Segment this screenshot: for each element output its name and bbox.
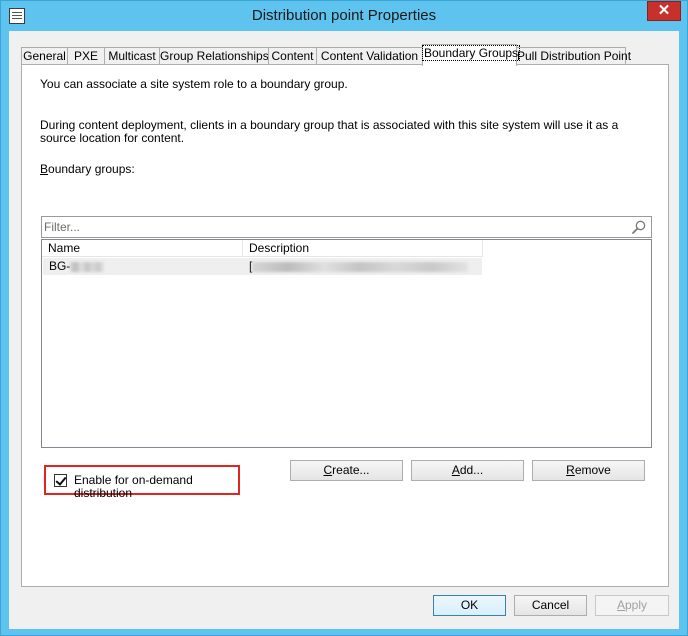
boundary-groups-panel: You can associate a site system role to … <box>21 64 669 587</box>
filter-box[interactable] <box>41 216 652 238</box>
table-row[interactable]: BG- [ <box>43 258 482 275</box>
add-button[interactable]: Add... <box>411 460 524 481</box>
ondemand-checkbox[interactable] <box>54 474 67 487</box>
row-name-cell: BG- <box>49 258 239 275</box>
search-icon[interactable] <box>631 219 647 235</box>
redacted-description <box>252 261 469 272</box>
dialog-client-area: General PXE Multicast Group Relationship… <box>9 31 679 629</box>
boundary-groups-list[interactable]: Name Description BG- [ <box>41 239 652 448</box>
window-title: Distribution point Properties <box>251 7 437 24</box>
column-header-name[interactable]: Name <box>42 240 243 257</box>
tab-boundary-groups[interactable]: Boundary Groups <box>421 44 521 66</box>
tab-pull-distribution-point[interactable]: Pull Distribution Point <box>516 47 631 65</box>
ondemand-label[interactable]: Enable for on-demand distribution <box>74 474 238 500</box>
ondemand-highlight-box: Enable for on-demand distribution <box>44 465 240 500</box>
title-bar[interactable]: Distribution point Properties ✕ <box>1 1 687 31</box>
row-description-cell: [ <box>249 258 481 275</box>
tab-content-validation[interactable]: Content Validation <box>316 47 423 65</box>
close-icon: ✕ <box>657 2 671 19</box>
column-header-description[interactable]: Description <box>243 240 483 257</box>
redacted-name <box>70 261 105 272</box>
properties-window: Distribution point Properties ✕ General … <box>0 0 688 636</box>
filter-input[interactable] <box>44 219 624 235</box>
ok-button[interactable]: OK <box>433 595 506 616</box>
apply-button[interactable]: Apply <box>595 595 669 616</box>
tab-pxe[interactable]: PXE <box>67 47 105 65</box>
tab-group-relationships[interactable]: Group Relationships <box>159 47 269 65</box>
intro-text: You can associate a site system role to … <box>40 77 348 91</box>
close-button[interactable]: ✕ <box>647 1 681 21</box>
cancel-button[interactable]: Cancel <box>514 595 587 616</box>
create-button[interactable]: Create... <box>290 460 403 481</box>
tab-content[interactable]: Content <box>268 47 317 65</box>
list-header: Name Description <box>42 240 483 257</box>
description-text: During content deployment, clients in a … <box>40 118 619 145</box>
remove-button[interactable]: Remove <box>532 460 645 481</box>
tab-multicast[interactable]: Multicast <box>104 47 160 65</box>
boundary-groups-label: Boundary groups: <box>40 162 135 176</box>
tab-general[interactable]: General <box>21 47 68 65</box>
